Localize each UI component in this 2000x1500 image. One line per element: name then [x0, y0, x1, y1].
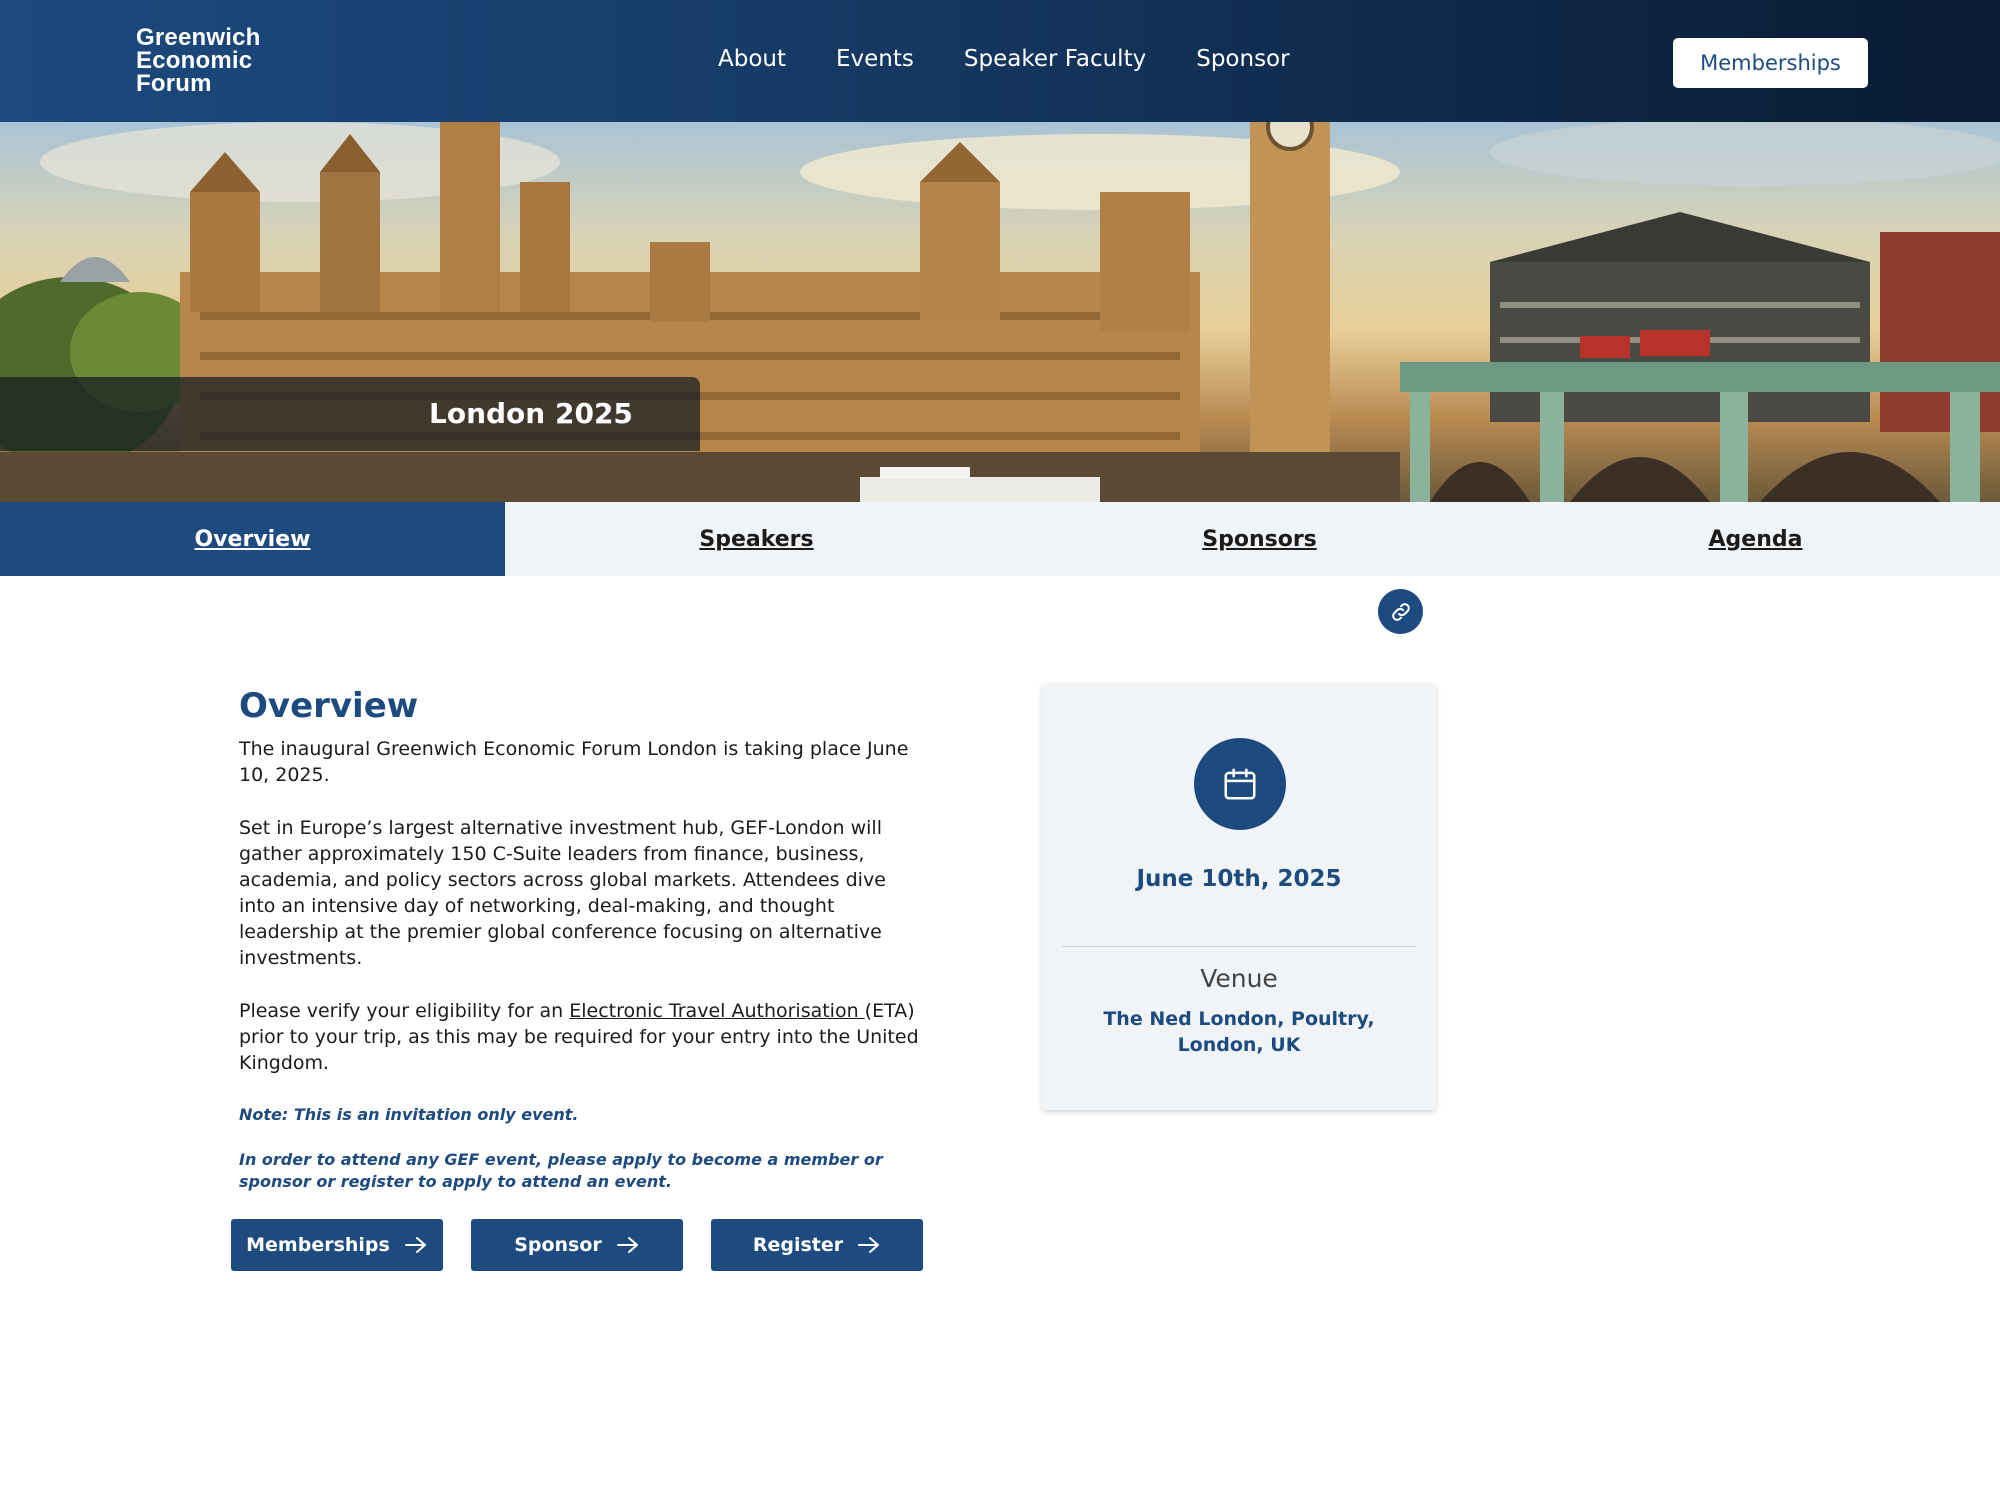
- logo[interactable]: Greenwich Economic Forum: [136, 24, 261, 97]
- copy-link-button[interactable]: [1378, 589, 1423, 634]
- logo-line: Forum: [136, 70, 212, 97]
- button-label: Memberships: [246, 1234, 390, 1256]
- sponsor-cta-button[interactable]: Sponsor: [471, 1219, 683, 1271]
- card-divider: [1062, 946, 1416, 947]
- tab-overview[interactable]: Overview: [0, 502, 505, 576]
- button-label: Sponsor: [514, 1234, 602, 1256]
- link-icon: [1391, 602, 1410, 621]
- event-date: June 10th, 2025: [1136, 866, 1342, 892]
- overview-paragraph: Set in Europe’s largest alternative inve…: [239, 817, 886, 969]
- invitation-note: Note: This is an invitation only event.: [239, 1105, 579, 1124]
- nav-about[interactable]: About: [718, 46, 786, 72]
- hero-banner: London 2025: [0, 122, 2000, 502]
- eta-text-before: Please verify your eligibility for an: [239, 1000, 570, 1022]
- venue-label: Venue: [1200, 964, 1278, 993]
- nav-sponsor[interactable]: Sponsor: [1196, 46, 1289, 72]
- tab-agenda[interactable]: Agenda: [1511, 502, 2000, 576]
- arrow-right-icon: [404, 1235, 428, 1255]
- overview-paragraph: The inaugural Greenwich Economic Forum L…: [239, 738, 909, 786]
- attendance-note: In order to attend any GEF event, please…: [239, 1150, 883, 1191]
- memberships-cta-button[interactable]: Memberships: [231, 1219, 443, 1271]
- overview-heading: Overview: [239, 686, 419, 726]
- button-label: Register: [752, 1234, 844, 1256]
- nav-speaker-faculty[interactable]: Speaker Faculty: [964, 46, 1146, 72]
- tab-sponsors[interactable]: Sponsors: [1008, 502, 1511, 576]
- hero-title: London 2025: [429, 397, 633, 430]
- venue-address: The Ned London, Poultry, London, UK: [1103, 1008, 1375, 1056]
- event-tabs: Overview Speakers Sponsors Agenda: [0, 502, 2000, 576]
- site-header: Greenwich Economic Forum About Events Sp…: [0, 0, 2000, 122]
- tab-speakers[interactable]: Speakers: [505, 502, 1008, 576]
- eta-link[interactable]: Electronic Travel Authorisation: [569, 1000, 864, 1022]
- calendar-icon-badge: [1194, 738, 1286, 830]
- memberships-button[interactable]: Memberships: [1673, 38, 1868, 88]
- arrow-right-icon: [857, 1235, 881, 1255]
- logo-line: Economic: [136, 47, 253, 74]
- calendar-icon: [1224, 768, 1256, 800]
- eta-paragraph: Please verify your eligibility for an El…: [239, 998, 919, 1076]
- event-info-card: June 10th, 2025 Venue The Ned London, Po…: [1042, 684, 1436, 1110]
- arrow-right-icon: [616, 1235, 640, 1255]
- main-nav: About Events Speaker Faculty Sponsor: [718, 46, 1290, 72]
- nav-events[interactable]: Events: [836, 46, 914, 72]
- register-cta-button[interactable]: Register: [711, 1219, 923, 1271]
- logo-line: Greenwich: [136, 24, 261, 51]
